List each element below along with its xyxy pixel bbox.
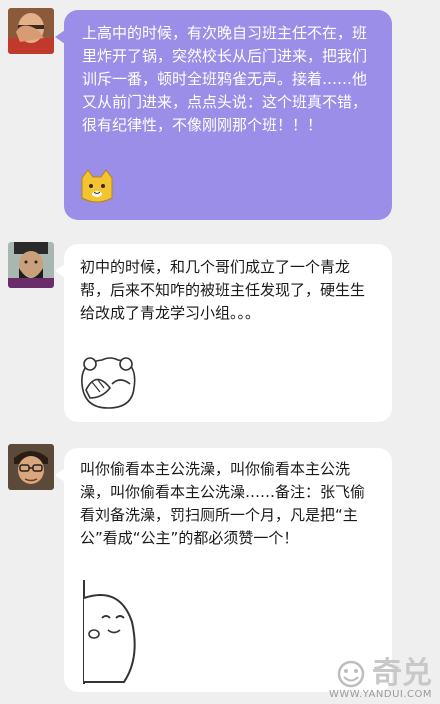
message-text-3: 叫你偷看本主公洗澡，叫你偷看本主公洗澡，叫你偷看本主公洗澡……备注：张飞偷看刘备…: [80, 460, 366, 547]
yellow-cat-emoji-icon: [78, 168, 116, 213]
bear-covering-face-sticker: [76, 354, 142, 419]
message-bubble-3: 叫你偷看本主公洗澡，叫你偷看本主公洗澡，叫你偷看本主公洗澡……备注：张飞偷看刘备…: [55, 448, 392, 693]
watermark-logo: 奇兑: [329, 659, 432, 689]
watermark: 奇兑 WWW.YANDUI.COM: [329, 659, 432, 701]
bubble-tail: [55, 468, 65, 482]
message-bubble-2: 初中的时候，和几个哥们成立了一个青龙帮，后来不知咋的被班主任发现了，硬生生给改成…: [55, 244, 392, 422]
message-bubble-1: 上高中的时候，有次晚自习班主任不在，班里炸开了锅，突然校长从后门进来，把我们训斥…: [55, 10, 392, 220]
smiley-logo-icon: [337, 660, 365, 688]
bubble-tail: [55, 30, 65, 44]
watermark-logo-text: 奇兑: [372, 656, 432, 691]
avatar-man-with-glasses[interactable]: [8, 444, 54, 490]
avatar-bearded-man[interactable]: [8, 242, 54, 288]
avatar-bald-man[interactable]: [8, 8, 54, 54]
bubble-tail: [55, 264, 65, 278]
message-text-1: 上高中的时候，有次晚自习班主任不在，班里炸开了锅，突然校长从后门进来，把我们训斥…: [82, 24, 368, 134]
message-text-2: 初中的时候，和几个哥们成立了一个青龙帮，后来不知咋的被班主任发现了，硬生生给改成…: [80, 258, 366, 322]
peeking-blob-sticker: [80, 578, 152, 693]
watermark-url: WWW.YANDUI.COM: [329, 689, 432, 700]
